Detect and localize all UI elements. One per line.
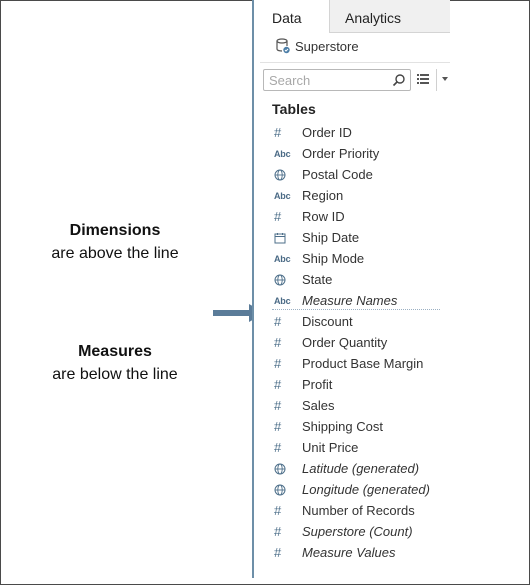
field-label: State [302,272,333,287]
string-icon: Abc [274,295,291,306]
field-label: Ship Mode [302,251,365,266]
tab-data[interactable]: Data [254,0,330,33]
globe-icon [274,458,294,479]
measures-subtitle: are below the line [52,366,178,383]
field-label: Superstore (Count) [302,524,413,539]
field-item[interactable]: Ship Date [254,227,450,248]
field-item[interactable]: Abc Order Priority [254,143,450,164]
field-label: Postal Code [302,167,373,182]
datasource-divider [260,62,450,63]
globe-icon [274,479,294,500]
field-label: Measure Names [302,293,398,308]
string-icon: Abc [274,148,291,159]
field-label: Measure Values [302,545,396,560]
field-label: Region [302,188,344,203]
number-icon: # [274,440,282,455]
number-icon: # [274,419,282,434]
field-label: Order Priority [302,146,380,161]
search-input[interactable] [269,72,387,88]
field-item[interactable]: Abc Ship Mode [254,248,450,269]
search-icon[interactable] [392,73,406,87]
field-item[interactable]: # Discount [254,311,450,332]
list-view-icon[interactable] [416,72,430,86]
search-box [263,69,411,91]
field-label: Order Quantity [302,335,388,350]
section-title: Tables [272,101,316,117]
chevron-down-icon[interactable] [442,77,448,81]
number-icon: # [274,335,282,350]
field-label: Ship Date [302,230,360,245]
globe-icon [274,269,294,290]
field-label: Longitude (generated) [302,482,430,497]
field-item[interactable]: Abc Measure Names [254,290,450,311]
string-icon: Abc [274,253,291,264]
field-label: Latitude (generated) [302,461,420,476]
field-label: Discount [302,314,353,329]
calendar-icon [274,227,294,248]
number-icon: # [274,377,282,392]
number-icon: # [274,398,282,413]
field-item[interactable]: Latitude (generated) [254,458,450,479]
field-label: Number of Records [302,503,415,518]
field-item[interactable]: Longitude (generated) [254,479,450,500]
dimensions-subtitle: are above the line [51,245,179,262]
field-item[interactable]: # Unit Price [254,437,450,458]
measures-title: Measures [78,343,152,360]
field-item[interactable]: # Profit [254,374,450,395]
field-item[interactable]: # Sales [254,395,450,416]
dimensions-annotation: Dimensions are above the line [0,219,230,265]
pane-tabs: Data Analytics [254,0,450,33]
number-icon: # [274,503,282,518]
tab-analytics[interactable]: Analytics [330,0,450,33]
field-label: Profit [302,377,333,392]
field-item[interactable]: # Order Quantity [254,332,450,353]
field-label: Product Base Margin [302,356,424,371]
toolbar-divider [436,69,437,91]
measures-annotation: Measures are below the line [0,340,230,386]
field-item[interactable]: # Order ID [254,122,450,143]
dimension-measure-divider [272,309,440,310]
number-icon: # [274,125,282,140]
globe-icon [274,164,294,185]
field-item[interactable]: # Number of Records [254,500,450,521]
datasource-name: Superstore [295,38,359,54]
field-label: Shipping Cost [302,419,383,434]
field-item[interactable]: # Measure Values [254,542,450,563]
number-icon: # [274,524,282,539]
field-item[interactable]: # Product Base Margin [254,353,450,374]
field-item[interactable]: Abc Region [254,185,450,206]
dimensions-title: Dimensions [69,222,161,239]
field-item[interactable]: # Shipping Cost [254,416,450,437]
data-pane: Data Analytics Superstore Tables # Order … [252,0,450,578]
number-icon: # [274,209,282,224]
number-icon: # [274,356,282,371]
field-item[interactable]: Postal Code [254,164,450,185]
field-label: Sales [302,398,335,413]
field-label: Unit Price [302,440,359,455]
field-item[interactable]: # Row ID [254,206,450,227]
database-icon [276,38,290,54]
field-label: Row ID [302,209,345,224]
field-item[interactable]: State [254,269,450,290]
field-item[interactable]: # Superstore (Count) [254,521,450,542]
number-icon: # [274,545,282,560]
number-icon: # [274,314,282,329]
datasource-item[interactable]: Superstore [276,36,359,56]
string-icon: Abc [274,190,291,201]
field-label: Order ID [302,125,352,140]
